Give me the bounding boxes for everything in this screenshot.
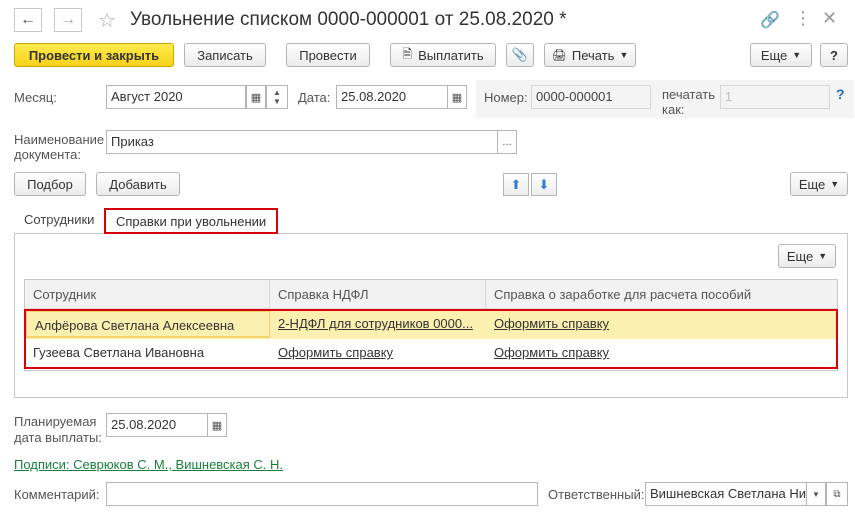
close-icon[interactable]: ✕ (822, 8, 837, 29)
tab-employees[interactable]: Сотрудники (14, 208, 104, 234)
date-label: Дата: (298, 90, 331, 105)
print-button-label: Печать (571, 47, 615, 63)
pay-button[interactable]: 🗎 Выплатить (390, 43, 496, 67)
favorite-star-icon[interactable]: ☆ (98, 8, 116, 33)
signatures-link[interactable]: Подписи: Севрюков С. М., Вишневская С. Н… (14, 457, 283, 472)
month-spinner[interactable]: ▲ ▼ (266, 85, 288, 109)
comment-label: Комментарий: (14, 487, 100, 502)
chevron-down-icon: ▼ (619, 50, 629, 60)
tab-dismissal-certificates[interactable]: Справки при увольнении (104, 208, 279, 234)
spinner-up-icon: ▲ (273, 88, 281, 97)
open-form-icon: ⧉ (833, 488, 841, 500)
print-as-field[interactable]: 1 (720, 85, 830, 109)
print-as-label-1: печатать (662, 87, 716, 102)
table-more-label: Еще (786, 248, 814, 264)
chevron-down-icon: ▼ (830, 179, 840, 189)
help-button[interactable]: ? (820, 43, 848, 67)
more-button-label: Еще (760, 47, 788, 63)
attach-button[interactable]: 📎 (506, 43, 534, 67)
month-field[interactable]: Август 2020 (106, 85, 246, 109)
ellipsis-icon: ... (502, 136, 512, 148)
doc-name-label-2: документа: (14, 147, 81, 162)
planned-date-label-1: Планируемая (14, 414, 97, 429)
add-button[interactable]: Добавить (96, 172, 180, 196)
month-label: Месяц: (14, 90, 57, 105)
month-calendar-button[interactable]: ▦ (246, 85, 266, 109)
chevron-down-icon: ▼ (812, 489, 820, 499)
doc-name-label-1: Наименование (14, 132, 105, 147)
more-vert-icon[interactable]: ⋮ (794, 8, 812, 29)
spinner-down-icon: ▼ (273, 97, 281, 106)
responsible-open-button[interactable]: ⧉ (826, 482, 848, 506)
table-more-button[interactable]: Еще ▼ (778, 244, 836, 268)
more-button[interactable]: Еще ▼ (750, 43, 812, 67)
planned-date-calendar-button[interactable]: ▦ (207, 413, 227, 437)
post-and-close-button[interactable]: Провести и закрыть (14, 43, 174, 67)
planned-date-label-2: дата выплаты: (14, 430, 102, 445)
paperclip-icon: 📎 (511, 47, 529, 62)
print-as-help-icon[interactable]: ? (836, 86, 845, 102)
chevron-down-icon: ▼ (792, 50, 802, 60)
column-earnings[interactable]: Справка о заработке для расчета пособий (486, 280, 837, 309)
comment-field[interactable] (106, 482, 538, 506)
column-employee[interactable]: Сотрудник (25, 280, 270, 309)
document-icon: 🗎 (402, 46, 413, 61)
responsible-dropdown-button[interactable]: ▼ (806, 482, 826, 506)
save-button[interactable]: Записать (184, 43, 266, 67)
chevron-down-icon: ▼ (818, 251, 828, 261)
print-button[interactable]: 🖨 Печать ▼ (544, 43, 636, 67)
doc-name-field[interactable]: Приказ (106, 130, 498, 154)
printer-icon: 🖨 (551, 48, 567, 62)
date-calendar-button[interactable]: ▦ (447, 85, 467, 109)
responsible-label: Ответственный: (548, 487, 645, 502)
calendar-icon: ▦ (451, 91, 463, 104)
pay-button-label: Выплатить (418, 47, 484, 63)
rows-highlight (24, 309, 838, 369)
move-up-button[interactable]: ⬆ (503, 173, 529, 196)
arrow-up-icon: ⬆ (510, 176, 522, 192)
column-ndfl[interactable]: Справка НДФЛ (270, 280, 486, 309)
header-more-label: Еще (798, 176, 826, 192)
date-field[interactable]: 25.08.2020 (336, 85, 448, 109)
responsible-field[interactable]: Вишневская Светлана Ни (645, 482, 807, 506)
window-title: Увольнение списком 0000-000001 от 25.08.… (130, 9, 567, 30)
print-as-label-2: как: (662, 102, 685, 117)
move-down-button[interactable]: ⬇ (531, 173, 557, 196)
post-button[interactable]: Провести (286, 43, 370, 67)
planned-date-field[interactable]: 25.08.2020 (106, 413, 208, 437)
arrow-down-icon: ⬇ (538, 176, 550, 192)
back-button[interactable]: ← (14, 8, 42, 32)
calendar-icon: ▦ (250, 91, 262, 104)
arrow-left-icon: ← (20, 11, 36, 28)
header-more-button[interactable]: Еще ▼ (790, 172, 848, 196)
number-field: 0000-000001 (531, 85, 651, 109)
number-label: Номер: (484, 90, 528, 105)
link-icon[interactable]: 🔗 (760, 10, 780, 30)
forward-button[interactable]: → (54, 8, 82, 32)
pick-button[interactable]: Подбор (14, 172, 86, 196)
calendar-icon: ▦ (211, 419, 223, 432)
arrow-right-icon: → (60, 11, 76, 28)
doc-name-select-button[interactable]: ... (497, 130, 517, 154)
